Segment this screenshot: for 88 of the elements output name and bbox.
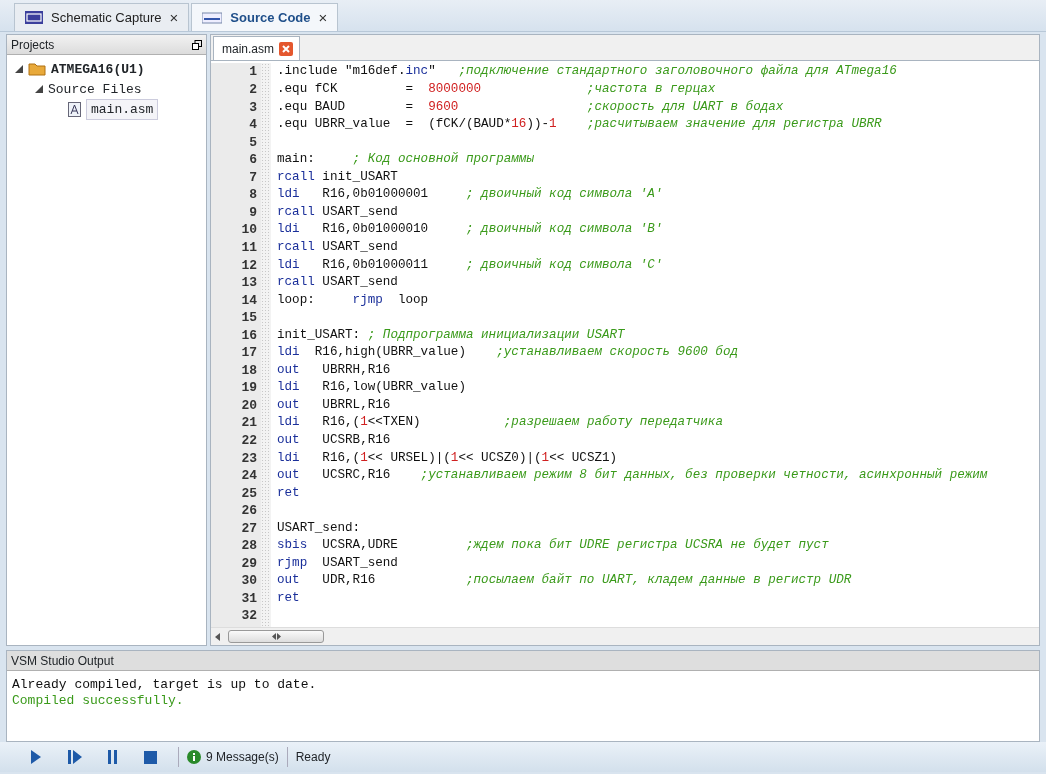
line-number: 21 (240, 414, 258, 432)
chip-logo-icon (25, 11, 43, 25)
line-number: 2 (248, 81, 258, 99)
expand-triangle-icon[interactable] (35, 85, 43, 94)
line-number: 9 (248, 203, 258, 222)
editor-tab[interactable]: main.asm (213, 36, 300, 61)
line-number: 18 (240, 361, 258, 380)
line-number: 20 (240, 396, 258, 415)
line-number: 28 (240, 537, 258, 555)
close-button[interactable]: × (318, 10, 328, 26)
scrollbar-thumb[interactable] (228, 630, 324, 644)
line-number: 8 (248, 186, 258, 204)
code-line: .equ fCK = 8000000 ;частота в герцах (277, 81, 717, 99)
code-line: rcall init_USART (277, 168, 399, 186)
messages-count[interactable]: 9 Message(s) (206, 748, 279, 767)
info-icon (187, 750, 201, 765)
document-tab[interactable]: Schematic Capture × (14, 3, 190, 32)
line-number: 19 (240, 379, 258, 397)
code-line: loop: rjmp loop (277, 291, 430, 309)
code-line: rcall USART_send (277, 274, 399, 292)
line-number: 13 (240, 274, 258, 292)
expand-triangle-icon[interactable] (15, 65, 23, 74)
code-line: ldi R16,(1<< URSEL)|(1<< UCSZ0)|(1<< UCSZ1) (277, 449, 619, 467)
folder-icon (28, 62, 46, 77)
panel-title: VSM Studio Output (11, 653, 114, 670)
line-number: 25 (240, 484, 258, 503)
grip-icon (271, 633, 281, 641)
tree-item[interactable]: Source Files (48, 79, 142, 100)
tree-item[interactable]: ATMEGA16(U1) (51, 59, 145, 80)
line-number: 14 (240, 291, 258, 310)
line-number: 7 (248, 168, 258, 187)
line-number: 11 (240, 238, 258, 257)
code-line: main: ; Код основной программы (277, 151, 535, 169)
line-number: 12 (240, 256, 258, 275)
line-number: 30 (240, 572, 258, 590)
code-line: rcall USART_send (277, 203, 399, 221)
code-window-icon (202, 12, 223, 24)
line-number: 26 (240, 502, 258, 520)
line-number: 23 (240, 449, 258, 468)
code-line: ldi R16,0b01000010 ; двоичный код символа 'B' (277, 221, 664, 239)
code-line: rjmp USART_send (277, 554, 399, 572)
close-button[interactable]: × (169, 10, 179, 26)
line-number: 31 (240, 589, 258, 608)
file-icon (68, 102, 81, 117)
panel-title: Projects (11, 37, 55, 54)
line-number: 27 (240, 519, 258, 538)
output-line: Compiled successfully. (12, 693, 185, 710)
code-line: USART_send: (277, 519, 362, 537)
line-number: 3 (248, 98, 258, 117)
line-number: 17 (240, 344, 258, 362)
line-number: 15 (240, 309, 258, 327)
stop-icon (142, 748, 160, 767)
code-line: out UBRRL,R16 (277, 396, 392, 414)
line-number: 24 (240, 467, 258, 485)
line-number: 4 (248, 116, 258, 134)
code-line: ldi R16,0b01000011 ; двоичный код символа 'C' (277, 256, 664, 274)
code-line: ret (277, 589, 301, 607)
scroll-left-icon (215, 633, 220, 641)
code-line: out UCSRC,R16 ;устанавливаем режим 8 бит данных, без проверки четности, асинхронный режим (277, 467, 989, 485)
line-number: 6 (248, 151, 258, 169)
code-line: out UBRRH,R16 (277, 361, 392, 379)
code-line: out UDR,R16 ;посылаем байт по UART, кладем данные в регистр UDR (277, 572, 853, 590)
line-number: 16 (240, 326, 258, 345)
code-line: sbis UCSRA,UDRE ;ждем пока бит UDRE регистра UCSRA не будет пуст (277, 537, 830, 555)
line-number: 32 (240, 607, 258, 625)
line-number: 22 (240, 431, 258, 450)
code-line: ldi R16,low(UBRR_value) (277, 379, 467, 397)
step-icon (66, 748, 84, 767)
close-icon (279, 42, 293, 56)
code-line: .equ BAUD = 9600 ;скорость для UART в бодах (277, 98, 785, 116)
line-number: 5 (248, 133, 258, 152)
code-line: ret (277, 484, 301, 502)
line-number: 10 (240, 221, 258, 239)
line-number: 29 (240, 554, 258, 573)
output-line: Already compiled, target is up to date. (12, 677, 318, 694)
code-line: rcall USART_send (277, 238, 399, 256)
code-line: .equ UBRR_value = (fCK/(BAUD*16))-1 ;расчитываем значение для регистра UBRR (277, 116, 883, 134)
code-line: ldi R16,0b01000001 ; двоичный код символа 'A' (277, 186, 664, 204)
tree-item[interactable]: main.asm (86, 98, 159, 121)
line-number: 1 (248, 63, 258, 82)
code-line: out UCSRB,R16 (277, 431, 392, 449)
document-tab[interactable]: Source Code × (191, 3, 339, 32)
code-line: ldi R16,(1<<TXEN) ;разрешаем работу передатчика (277, 414, 724, 432)
code-line: ldi R16,high(UBRR_value) ;устанавливаем скорость 9600 бод (277, 344, 740, 362)
code-line: .include "m16def.inc" ;подключение стандартного заголовочного файла для ATmega16 (277, 63, 898, 81)
restore-icon (192, 40, 202, 50)
code-line: init_USART: ; Подпрограмма инициализации USART (277, 326, 626, 344)
status-text: Ready (295, 749, 331, 767)
